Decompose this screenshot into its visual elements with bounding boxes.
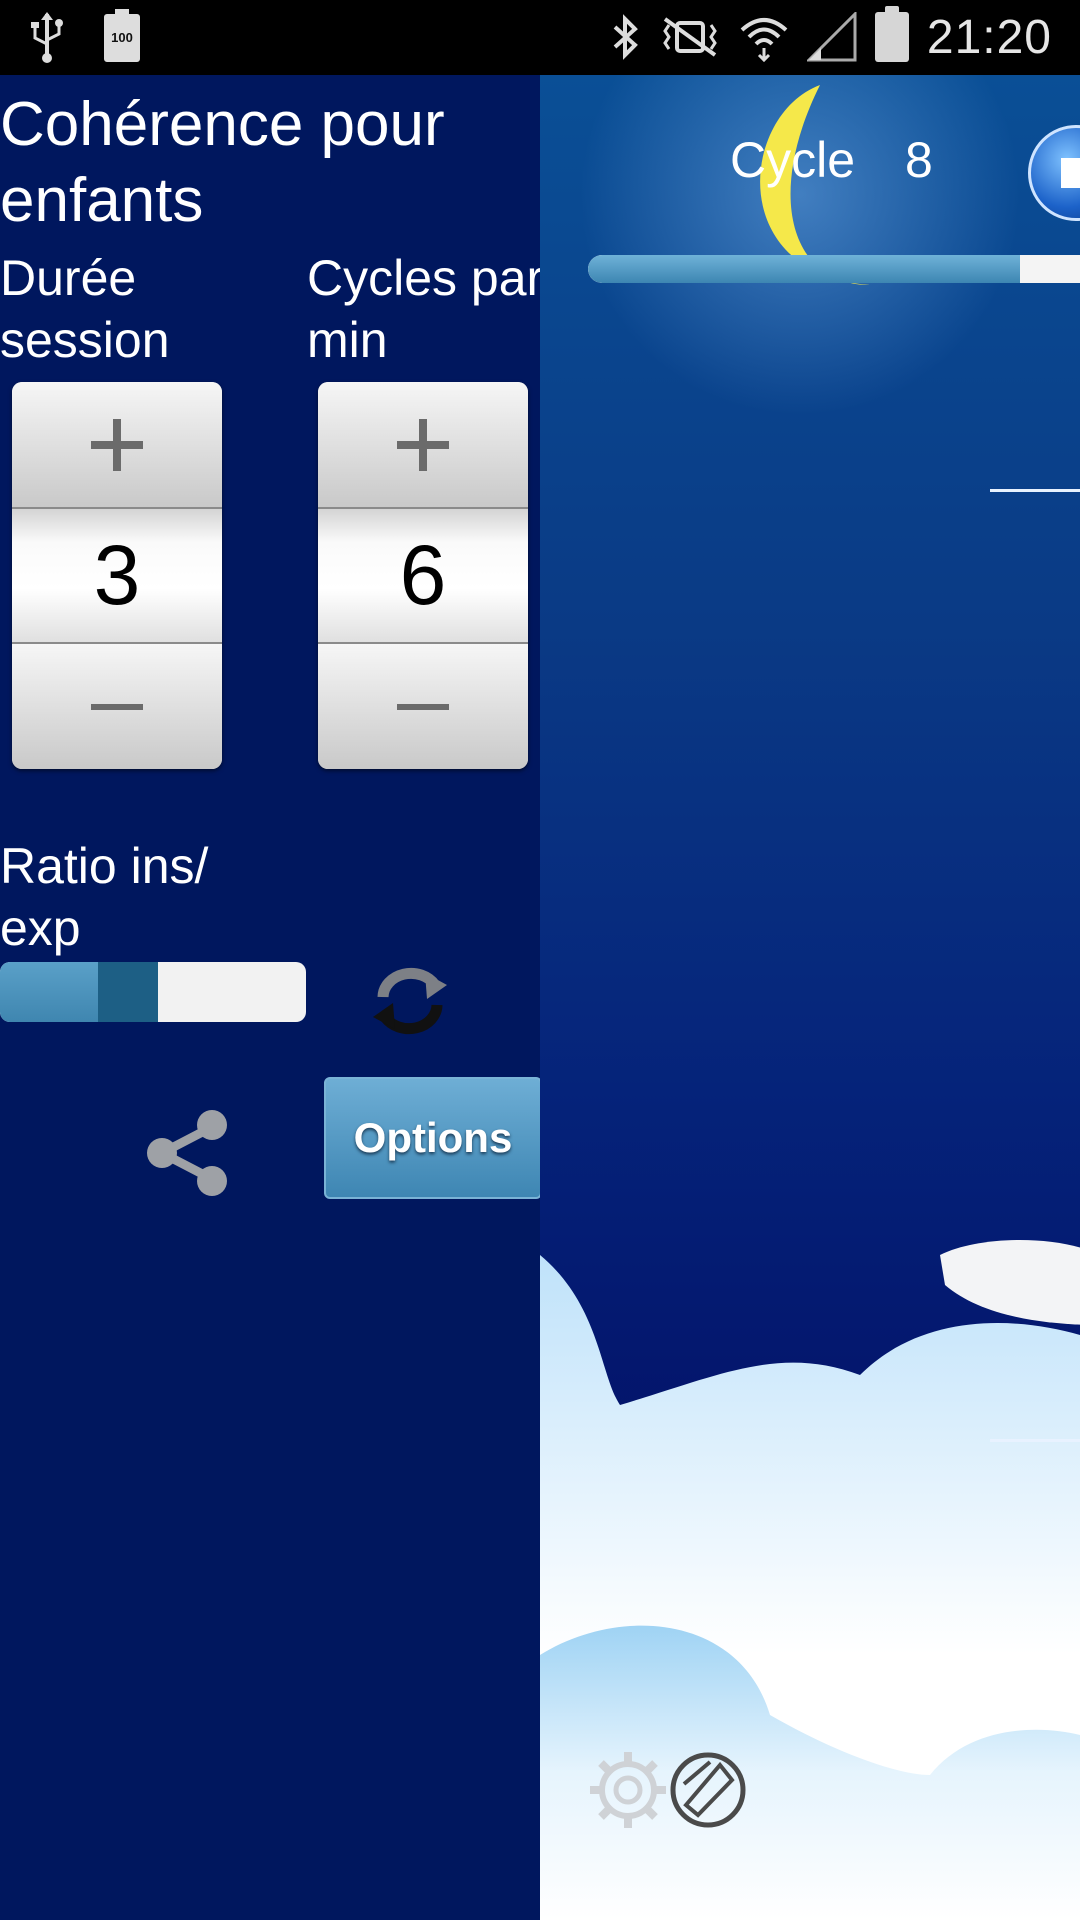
feather-icon bbox=[940, 1240, 1080, 1325]
session-duration-minus-button[interactable] bbox=[12, 642, 222, 769]
cycle-label: Cycle bbox=[730, 132, 856, 188]
status-bar: 100 21:20 bbox=[0, 0, 1080, 75]
session-progress-fill bbox=[588, 255, 1020, 283]
refresh-icon[interactable] bbox=[365, 955, 455, 1045]
ratio-slider[interactable] bbox=[0, 962, 306, 1022]
vibrate-mute-icon bbox=[663, 17, 717, 57]
options-button[interactable]: Options bbox=[324, 1077, 542, 1199]
session-duration-label: Durée session bbox=[0, 250, 170, 368]
bluetooth-icon bbox=[613, 14, 638, 60]
page-title: Cohérence pour enfants bbox=[0, 90, 445, 235]
cycles-per-min-value: 6 bbox=[318, 509, 528, 642]
settings-panel: Cohérence pour enfants Durée session Cyc… bbox=[0, 75, 543, 1920]
signal-icon bbox=[806, 12, 857, 62]
session-duration-plus-button[interactable] bbox=[12, 382, 222, 509]
scene-illustration bbox=[540, 75, 1080, 1920]
cycles-per-min-label: Cycles par min bbox=[307, 250, 544, 368]
cycles-per-min-minus-button[interactable] bbox=[318, 642, 528, 769]
breath-lower-marker bbox=[990, 1439, 1080, 1442]
wifi-icon bbox=[740, 18, 788, 62]
clock: 21:20 bbox=[926, 10, 1052, 64]
cycles-per-min-plus-button[interactable] bbox=[318, 382, 528, 509]
session-duration-stepper: 3 bbox=[12, 382, 222, 769]
battery-icon: 100 bbox=[104, 8, 140, 62]
cycles-per-min-stepper: 6 bbox=[318, 382, 528, 769]
battery-full-icon bbox=[874, 6, 909, 62]
session-progress-bar bbox=[588, 255, 1080, 283]
minus-icon bbox=[397, 703, 449, 710]
ratio-slider-thumb[interactable] bbox=[98, 962, 158, 1022]
breath-upper-marker bbox=[990, 489, 1080, 492]
plus-icon bbox=[91, 418, 143, 471]
usb-icon bbox=[31, 11, 63, 63]
session-duration-value: 3 bbox=[12, 509, 222, 642]
ratio-label: Ratio ins/ exp bbox=[0, 838, 209, 956]
minus-icon bbox=[91, 703, 143, 710]
plus-icon bbox=[397, 418, 449, 471]
share-icon[interactable] bbox=[140, 1105, 235, 1200]
breathing-scene: Cycle 8 bbox=[540, 75, 1080, 1920]
ratio-slider-fill bbox=[0, 962, 98, 1022]
cycle-value: 8 bbox=[905, 132, 933, 188]
battery-level-label: 100 bbox=[111, 30, 133, 45]
